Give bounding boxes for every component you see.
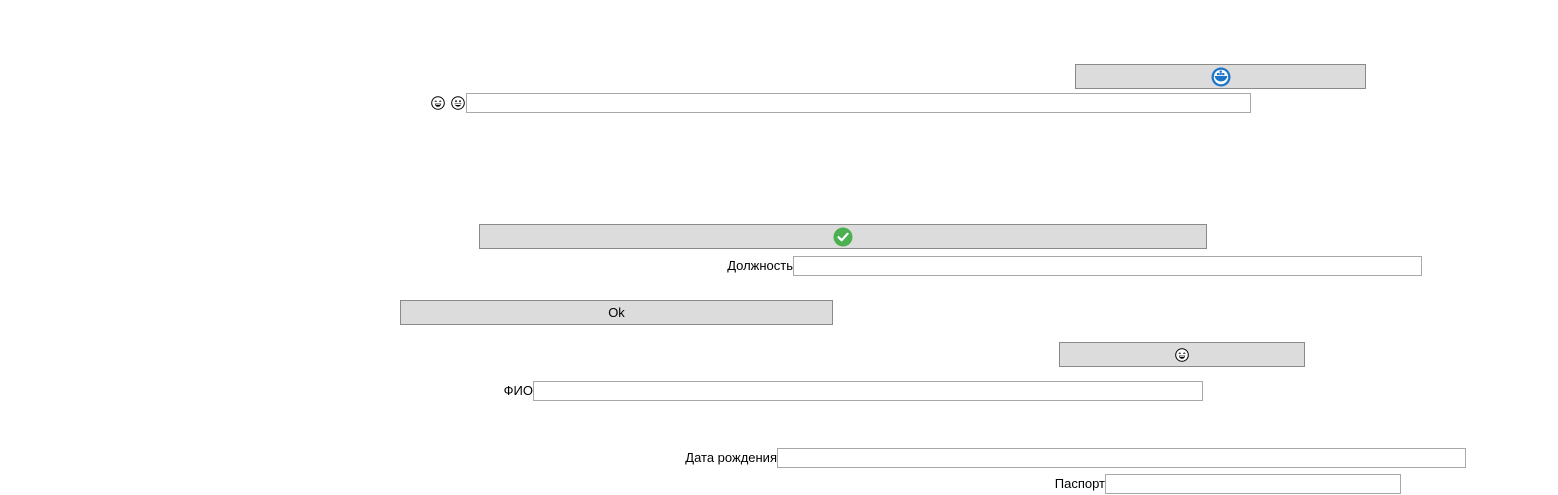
ship-containers-icon	[1211, 67, 1231, 87]
ship-button[interactable]	[1075, 64, 1366, 89]
grinning-face-icon	[451, 96, 465, 110]
passport-input[interactable]	[1105, 474, 1401, 494]
position-input[interactable]	[793, 256, 1422, 276]
confirm-check-button[interactable]	[479, 224, 1207, 249]
ok-button[interactable]: Ok	[400, 300, 833, 325]
birthdate-label: Дата рождения	[685, 450, 777, 465]
form-canvas: Должность Ok ФИО Дата рождения Паспорт	[0, 0, 1558, 495]
emoji-button[interactable]	[1059, 342, 1305, 367]
ok-button-label: Ok	[608, 305, 625, 320]
position-label: Должность	[727, 258, 793, 273]
passport-label: Паспорт	[1054, 476, 1105, 491]
fio-input[interactable]	[533, 381, 1203, 401]
emoji-row-input[interactable]	[466, 93, 1251, 113]
birthdate-input[interactable]	[777, 448, 1466, 468]
laughing-face-icon	[431, 96, 445, 110]
check-circle-icon	[833, 227, 853, 247]
fio-label: ФИО	[503, 383, 533, 398]
laughing-face-icon	[1175, 347, 1189, 362]
